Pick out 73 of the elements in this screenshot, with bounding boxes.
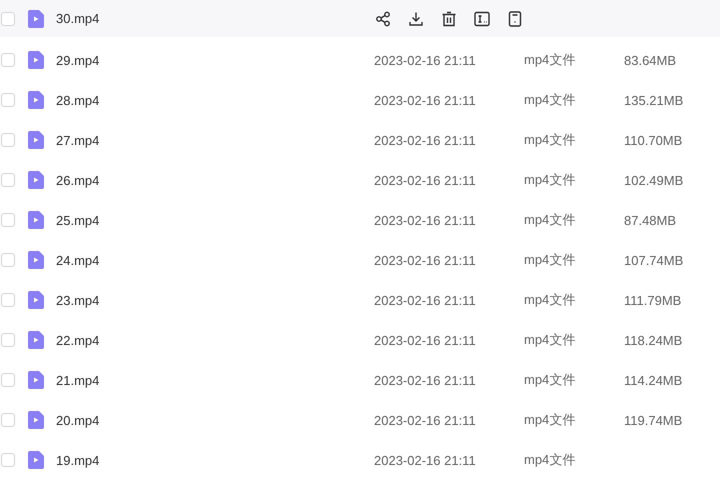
file-type: mp4文件	[524, 331, 576, 349]
checkbox[interactable]	[1, 12, 15, 26]
modified-date: 2023-02-16 21:11	[374, 132, 477, 148]
video-file-icon	[28, 10, 44, 28]
file-name[interactable]: 19.mp4	[56, 452, 374, 468]
file-name[interactable]: 28.mp4	[56, 92, 374, 108]
file-name[interactable]: 25.mp4	[56, 212, 374, 228]
rename-icon[interactable]	[474, 10, 490, 26]
modified-date: 2023-02-16 21:11	[374, 412, 477, 428]
file-name[interactable]: 22.mp4	[56, 332, 374, 348]
file-name[interactable]: 30.mp4	[56, 11, 374, 26]
modified-date: 2023-02-16 21:11	[374, 212, 477, 228]
file-type: mp4文件	[524, 251, 576, 269]
file-type: mp4文件	[524, 411, 576, 429]
checkbox[interactable]	[1, 453, 15, 467]
file-name[interactable]: 26.mp4	[56, 172, 374, 188]
file-size: 135.21MB	[624, 92, 684, 108]
file-size: 114.24MB	[624, 372, 682, 388]
modified-date: 2023-02-16 21:11	[374, 372, 477, 388]
modified-date: 2023-02-16 21:11	[374, 332, 477, 348]
video-file-icon	[28, 211, 44, 229]
details-icon[interactable]	[507, 10, 523, 26]
delete-icon[interactable]	[441, 10, 457, 26]
file-name[interactable]: 24.mp4	[56, 252, 374, 268]
modified-date: 2023-02-16 21:11	[374, 92, 477, 108]
file-type: mp4文件	[524, 211, 576, 229]
file-name[interactable]: 27.mp4	[56, 132, 374, 148]
file-size: 107.74MB	[624, 252, 684, 268]
file-size: 83.64MB	[624, 52, 676, 68]
checkbox[interactable]	[1, 293, 15, 307]
file-size: 102.49MB	[624, 172, 684, 188]
modified-date: 2023-02-16 21:11	[374, 172, 477, 188]
checkbox[interactable]	[1, 213, 15, 227]
checkbox[interactable]	[1, 173, 15, 187]
video-file-icon	[28, 251, 44, 269]
checkbox[interactable]	[1, 373, 15, 387]
file-size: 87.48MB	[624, 212, 676, 228]
file-size: 111.79MB	[624, 292, 682, 308]
download-icon[interactable]	[408, 10, 424, 26]
video-file-icon	[28, 171, 44, 189]
file-type: mp4文件	[524, 451, 576, 469]
file-type: mp4文件	[524, 51, 576, 69]
video-file-icon	[28, 291, 44, 309]
file-name[interactable]: 20.mp4	[56, 412, 374, 428]
video-file-icon	[28, 91, 44, 109]
share-icon[interactable]	[375, 10, 391, 26]
file-name[interactable]: 29.mp4	[56, 52, 374, 68]
modified-date: 2023-02-16 21:11	[374, 252, 477, 268]
modified-date: 2023-02-16 21:11	[374, 292, 477, 308]
file-size: 118.24MB	[624, 332, 682, 348]
file-type: mp4文件	[524, 131, 576, 149]
checkbox[interactable]	[1, 53, 15, 67]
file-type: mp4文件	[524, 171, 576, 189]
modified-date: 2023-02-16 21:11	[374, 52, 477, 68]
file-type: mp4文件	[524, 91, 576, 109]
checkbox[interactable]	[1, 413, 15, 427]
video-file-icon	[28, 51, 44, 69]
file-size: 110.70MB	[624, 132, 682, 148]
checkbox[interactable]	[1, 253, 15, 267]
video-file-icon	[28, 371, 44, 389]
video-file-icon	[28, 451, 44, 469]
checkbox[interactable]	[1, 333, 15, 347]
file-size: 119.74MB	[624, 412, 682, 428]
checkbox[interactable]	[1, 93, 15, 107]
video-file-icon	[28, 131, 44, 149]
file-name[interactable]: 23.mp4	[56, 292, 374, 308]
file-type: mp4文件	[524, 371, 576, 389]
modified-date: 2023-02-16 21:11	[374, 452, 477, 468]
checkbox[interactable]	[1, 133, 15, 147]
video-file-icon	[28, 411, 44, 429]
file-type: mp4文件	[524, 291, 576, 309]
video-file-icon	[28, 331, 44, 349]
file-name[interactable]: 21.mp4	[56, 372, 374, 388]
